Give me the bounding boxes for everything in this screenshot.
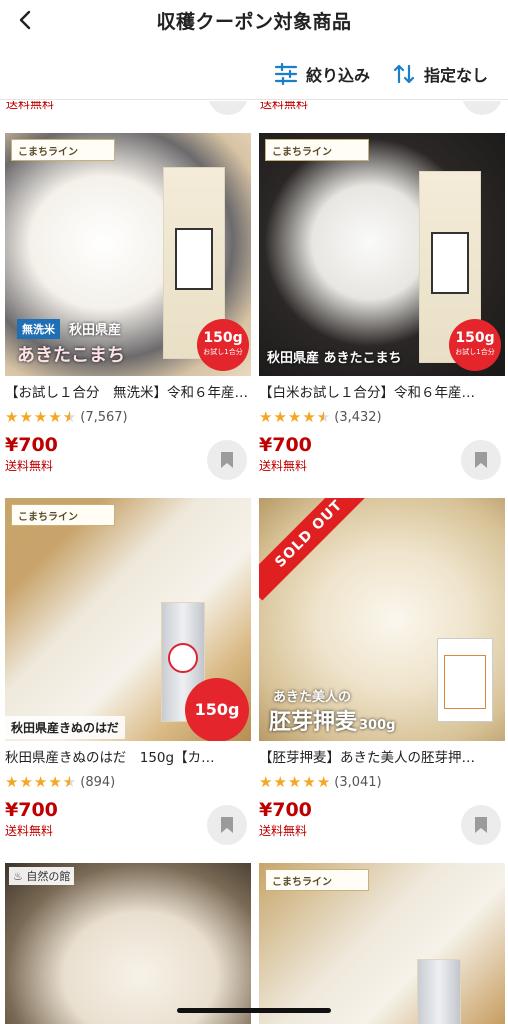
- product-card[interactable]: ♨ 自然の館: [5, 863, 251, 1024]
- star-rating: ★ ★ ★ ★ ★: [5, 409, 76, 425]
- review-count: (7,567): [80, 409, 128, 425]
- review-count: (3,432): [334, 409, 382, 425]
- rating: ★★★★★ (894): [5, 773, 251, 791]
- bookmark-button[interactable]: [207, 440, 247, 480]
- star-icon: ★: [259, 408, 273, 426]
- shipping-label: 送料無料: [6, 101, 55, 111]
- no-wash-badge: 無洗米: [17, 319, 60, 339]
- rating: ★ ★ ★ ★ ★ (3,041): [259, 773, 505, 791]
- bookmark-button[interactable]: [462, 101, 502, 115]
- bookmark-icon: [221, 817, 233, 833]
- product-name[interactable]: 秋田県産きぬのはだ 150g【カ…: [5, 749, 251, 767]
- star-rating: ★ ★ ★ ★ ★: [259, 774, 330, 790]
- brand-logo: こまちライン: [265, 869, 369, 891]
- star-icon: ★: [5, 408, 19, 426]
- brand-logo: こまちライン: [265, 139, 369, 161]
- rating: ★★★★★ (7,567): [5, 408, 251, 426]
- bookmark-button[interactable]: [208, 101, 248, 115]
- shipping-label: 送料無料: [260, 101, 309, 111]
- review-count: (3,041): [334, 774, 382, 790]
- filter-label: 絞り込み: [305, 65, 370, 85]
- product-name[interactable]: 【胚芽押麦】あきた美人の胚芽押…: [259, 749, 505, 767]
- rating: ★★★★★ (3,432): [259, 408, 505, 426]
- shop-icon: ♨: [13, 870, 23, 883]
- brand-logo: こまちライン: [11, 504, 115, 526]
- sort-arrows-icon: [393, 64, 415, 83]
- star-icon: ★: [302, 773, 316, 791]
- bookmark-button[interactable]: [461, 805, 501, 845]
- product-name[interactable]: 【白米お試し１合分】令和６年産…: [259, 384, 505, 402]
- weight-badge: 150g お試し1合分: [197, 319, 249, 371]
- product-image: こまちライン 無洗米 秋田県産 あきたこまち 150g お試し1合分: [5, 133, 251, 376]
- sold-out-banner: SOLD OUT: [259, 498, 376, 601]
- filter-toolbar: 絞り込み 指定なし: [0, 48, 508, 100]
- bookmark-button[interactable]: [461, 440, 501, 480]
- back-button[interactable]: [8, 2, 44, 38]
- product-card[interactable]: こまちライン: [259, 863, 505, 1024]
- product-card[interactable]: こまちライン 150g 秋田県産きぬのはだ 秋田県産きぬのはだ 150g【カ… …: [5, 498, 251, 845]
- bookmark-icon: [475, 817, 487, 833]
- star-icon: ★: [273, 773, 287, 791]
- star-icon: ★: [5, 773, 19, 791]
- product-card[interactable]: こまちライン 秋田県産 あきたこまち 150g お試し1合分 【白米お試し１合分】…: [259, 133, 505, 480]
- product-name[interactable]: 【お試し１合分 無洗米】令和６年産…: [5, 384, 251, 402]
- app-header: 収穫クーポン対象商品: [0, 0, 508, 40]
- product-caption: 胚芽押麦: [269, 710, 358, 735]
- product-caption: 秋田県産 あきたこまち: [267, 351, 402, 366]
- star-icon: ★: [287, 408, 302, 426]
- sort-label: 指定なし: [423, 65, 488, 85]
- bookmark-button[interactable]: [207, 805, 247, 845]
- star-icon: ★: [33, 408, 48, 426]
- review-count: (894): [80, 774, 116, 790]
- product-image: こまちライン 150g 秋田県産きぬのはだ: [5, 498, 251, 741]
- star-icon: ★: [316, 773, 331, 791]
- weight-badge: 150g お試し1合分: [449, 319, 501, 371]
- star-half-icon: ★: [317, 409, 330, 425]
- product-card[interactable]: SOLD OUT あきた美人の 胚芽押麦 300g 【胚芽押麦】あきた美人の胚芽…: [259, 498, 505, 845]
- product-caption-group: 胚芽押麦 300g: [269, 704, 395, 736]
- weight-label: 300g: [359, 718, 396, 733]
- chevron-left-icon: [19, 10, 31, 30]
- star-icon: ★: [273, 408, 287, 426]
- product-image: こまちライン 秋田県産 あきたこまち 150g お試し1合分: [259, 133, 505, 376]
- star-icon: ★: [48, 773, 62, 791]
- filter-button[interactable]: 絞り込み: [274, 62, 370, 86]
- star-half-icon: ★: [63, 409, 76, 425]
- filter-sliders-icon: [274, 62, 298, 85]
- sort-button[interactable]: 指定なし: [392, 62, 488, 86]
- previous-row-fragment: 送料無料 送料無料: [0, 101, 508, 117]
- star-icon: ★: [33, 773, 48, 791]
- product-image: SOLD OUT あきた美人の 胚芽押麦 300g: [259, 498, 505, 741]
- shop-logo: ♨ 自然の館: [9, 867, 75, 885]
- star-icon: ★: [287, 773, 302, 791]
- product-image: ♨ 自然の館: [5, 863, 251, 1024]
- star-icon: ★: [259, 773, 273, 791]
- brand-logo: こまちライン: [11, 139, 115, 161]
- star-rating: ★ ★ ★ ★ ★: [5, 774, 76, 790]
- rice-package: [417, 959, 461, 1024]
- star-icon: ★: [302, 408, 316, 426]
- star-icon: ★: [48, 408, 62, 426]
- star-half-icon: ★: [63, 774, 76, 790]
- star-icon: ★: [19, 408, 33, 426]
- bookmark-icon: [221, 452, 233, 468]
- product-caption: 秋田県産: [69, 323, 122, 338]
- product-caption: あきたこまち: [17, 345, 125, 366]
- star-icon: ★: [19, 773, 33, 791]
- product-image: こまちライン: [259, 863, 505, 1024]
- bookmark-icon: [475, 452, 487, 468]
- product-caption: 秋田県産きぬのはだ: [5, 716, 125, 739]
- star-rating: ★ ★ ★ ★ ★: [259, 409, 330, 425]
- product-card[interactable]: こまちライン 無洗米 秋田県産 あきたこまち 150g お試し1合分 【お試し１合…: [5, 133, 251, 480]
- weight-badge: 150g: [185, 678, 249, 741]
- page-title: 収穫クーポン対象商品: [156, 10, 352, 33]
- home-indicator[interactable]: [177, 1008, 331, 1013]
- product-package: [437, 638, 493, 722]
- product-caption-small: あきた美人の: [273, 690, 352, 705]
